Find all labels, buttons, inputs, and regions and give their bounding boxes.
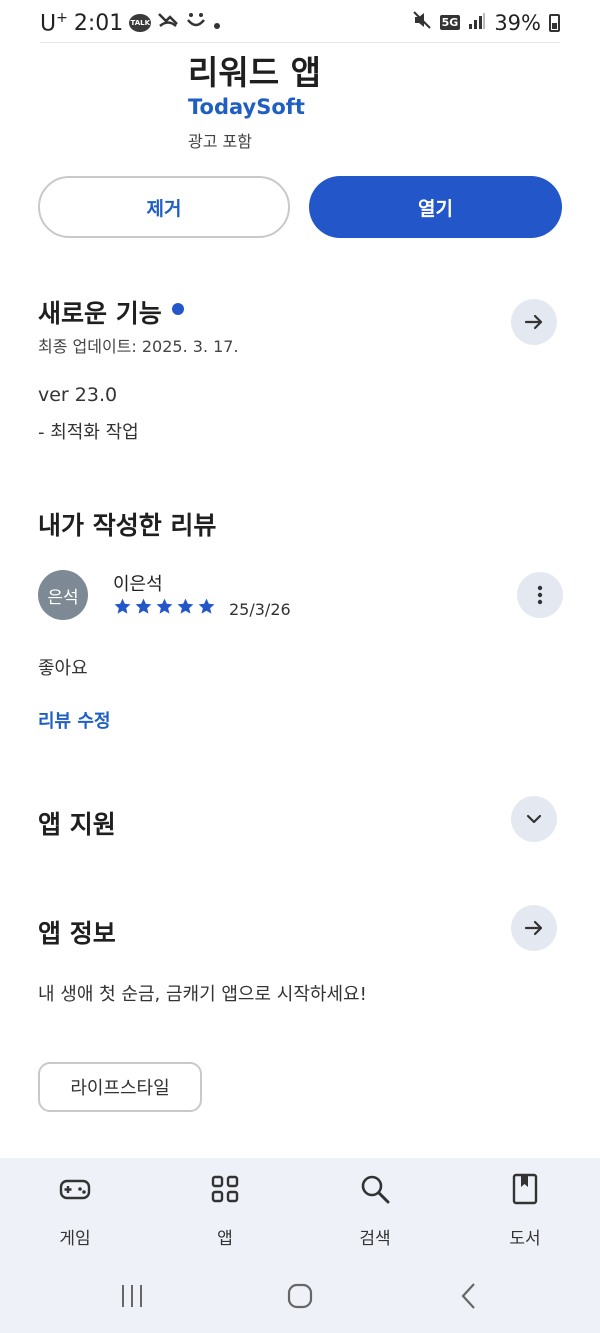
star-icon bbox=[198, 598, 215, 614]
star-rating bbox=[113, 597, 216, 616]
battery-percent: 39% bbox=[494, 10, 541, 35]
book-icon bbox=[512, 1173, 538, 1205]
star-icon bbox=[114, 598, 131, 614]
last-updated: 최종 업데이트: 2025. 3. 17. bbox=[38, 337, 239, 356]
app-info-title[interactable]: 앱 정보 bbox=[38, 914, 116, 950]
nav-label: 도서 bbox=[509, 1229, 541, 1249]
system-navigation-bar bbox=[0, 1274, 600, 1324]
missed-call-icon bbox=[157, 10, 179, 36]
star-icon bbox=[135, 598, 152, 614]
update-note: - 최적화 작업 bbox=[38, 422, 139, 443]
more-notifications-dot-icon bbox=[213, 11, 221, 36]
review-more-button[interactable] bbox=[517, 572, 563, 618]
ads-notice: 광고 포함 bbox=[188, 132, 252, 151]
uninstall-button[interactable]: 제거 bbox=[38, 176, 290, 238]
kakaotalk-icon: TALK bbox=[129, 14, 152, 33]
whats-new-arrow-button[interactable] bbox=[511, 299, 557, 345]
app-support-expand-button[interactable] bbox=[511, 796, 557, 842]
recent-apps-icon bbox=[122, 1285, 142, 1307]
app-title: 리워드 앱 bbox=[188, 53, 321, 92]
nav-label: 게임 bbox=[59, 1229, 91, 1249]
carrier-label: U+ bbox=[40, 10, 68, 37]
chevron-down-icon bbox=[526, 814, 542, 824]
nav-item-games[interactable]: 게임 bbox=[15, 1172, 135, 1249]
network-5g-icon: 5G bbox=[439, 15, 461, 30]
version-text: ver 23.0 bbox=[38, 384, 118, 406]
clock: 2:01 bbox=[73, 10, 124, 36]
back-chevron-icon bbox=[461, 1283, 475, 1309]
home-button[interactable] bbox=[286, 1282, 314, 1314]
nav-label: 검색 bbox=[359, 1229, 391, 1249]
whats-new-section[interactable]: 새로운 기능 bbox=[38, 294, 184, 330]
nav-item-apps[interactable]: 앱 bbox=[165, 1172, 285, 1249]
star-icon bbox=[156, 598, 173, 614]
nav-label: 앱 bbox=[217, 1229, 233, 1249]
battery-icon bbox=[549, 13, 560, 32]
signal-icon bbox=[468, 11, 486, 35]
developer-link[interactable]: TodaySoft bbox=[188, 95, 305, 119]
review-text: 좋아요 bbox=[38, 658, 88, 679]
edit-review-link[interactable]: 리뷰 수정 bbox=[38, 707, 111, 733]
avatar: 은석 bbox=[38, 570, 88, 620]
mute-icon bbox=[412, 10, 432, 35]
my-review-title: 내가 작성한 리뷰 bbox=[38, 511, 217, 540]
nav-item-books[interactable]: 도서 bbox=[465, 1172, 585, 1249]
bottom-nav: 게임 앱 검색 도서 bbox=[0, 1158, 600, 1333]
open-button[interactable]: 열기 bbox=[309, 176, 562, 238]
app-support-title[interactable]: 앱 지원 bbox=[38, 805, 116, 841]
new-indicator-dot bbox=[171, 303, 184, 315]
smile-app-icon bbox=[185, 10, 207, 36]
category-chip[interactable]: 라이프스타일 bbox=[38, 1062, 202, 1112]
arrow-right-icon bbox=[524, 920, 543, 936]
search-icon bbox=[361, 1175, 390, 1204]
apps-grid-icon bbox=[211, 1175, 239, 1203]
home-icon bbox=[287, 1283, 313, 1309]
divider bbox=[40, 42, 560, 43]
reviewer-name: 이은석 bbox=[113, 574, 163, 595]
star-icon bbox=[177, 598, 194, 614]
arrow-right-icon bbox=[524, 314, 543, 330]
whats-new-title: 새로운 기능 bbox=[38, 299, 162, 328]
review-date: 25/3/26 bbox=[229, 600, 291, 619]
app-info-arrow-button[interactable] bbox=[511, 905, 557, 951]
app-description: 내 생애 첫 순금, 금캐기 앱으로 시작하세요! bbox=[38, 984, 367, 1005]
back-button[interactable] bbox=[455, 1282, 483, 1314]
more-vert-icon bbox=[537, 585, 543, 605]
gamepad-icon bbox=[59, 1179, 91, 1200]
recent-apps-button[interactable] bbox=[118, 1282, 146, 1314]
nav-item-search[interactable]: 검색 bbox=[315, 1172, 435, 1249]
